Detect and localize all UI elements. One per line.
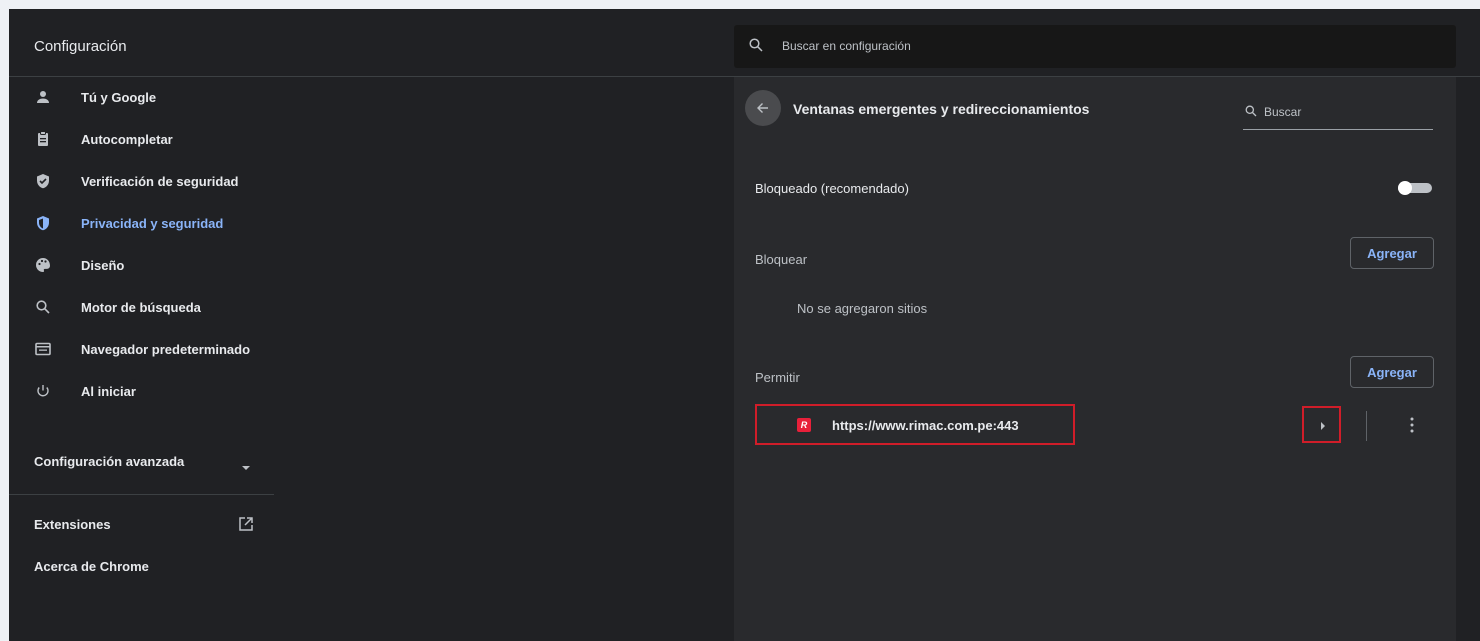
top-bar: Configuración Buscar en configuración bbox=[9, 9, 1480, 77]
extensions-label: Extensiones bbox=[34, 517, 111, 532]
advanced-settings-toggle[interactable]: Configuración avanzada bbox=[9, 441, 274, 481]
search-icon bbox=[1245, 105, 1257, 117]
content-panel: Ventanas emergentes y redireccionamiento… bbox=[734, 77, 1456, 641]
search-icon bbox=[749, 38, 763, 57]
sidebar-item-label: Motor de búsqueda bbox=[81, 300, 201, 315]
no-sites-message: No se agregaron sitios bbox=[797, 301, 928, 316]
site-details-button[interactable] bbox=[1302, 406, 1341, 443]
sidebar-item-default-browser[interactable]: Navegador predeterminado bbox=[9, 329, 274, 369]
chevron-down-icon bbox=[241, 458, 251, 476]
sidebar-divider bbox=[9, 494, 274, 495]
power-icon bbox=[34, 382, 52, 400]
sidebar-item-label: Al iniciar bbox=[81, 384, 136, 399]
add-block-button[interactable]: Agregar bbox=[1350, 237, 1434, 269]
arrow-left-icon bbox=[757, 103, 768, 113]
sidebar-item-you-and-google[interactable]: Tú y Google bbox=[9, 77, 274, 117]
advanced-settings-label: Configuración avanzada bbox=[34, 454, 185, 469]
row-separator bbox=[1366, 411, 1367, 441]
sidebar-item-label: Diseño bbox=[81, 258, 125, 273]
shield-icon bbox=[34, 214, 52, 232]
settings-window: Configuración Buscar en configuración Tú… bbox=[9, 9, 1480, 641]
site-favicon-icon: R bbox=[797, 418, 811, 432]
search-icon bbox=[34, 298, 52, 316]
settings-search-input[interactable]: Buscar en configuración bbox=[734, 25, 1456, 68]
more-actions-button[interactable] bbox=[1407, 415, 1417, 435]
more-vert-icon bbox=[1410, 417, 1414, 433]
sidebar-item-label: Autocompletar bbox=[81, 132, 173, 147]
browser-icon bbox=[34, 340, 52, 358]
sidebar-item-label: Navegador predeterminado bbox=[81, 342, 251, 357]
sidebar-item-appearance[interactable]: Diseño bbox=[9, 245, 274, 285]
search-placeholder: Buscar en configuración bbox=[782, 39, 911, 53]
panel-search-placeholder: Buscar bbox=[1264, 105, 1302, 119]
site-url: https://www.rimac.com.pe:443 bbox=[832, 418, 1019, 433]
sidebar-item-autofill[interactable]: Autocompletar bbox=[9, 119, 274, 159]
allowed-site-row[interactable]: R https://www.rimac.com.pe:443 bbox=[755, 404, 1075, 445]
panel-search-input[interactable]: Buscar bbox=[1243, 97, 1433, 130]
blocked-setting-label: Bloqueado (recomendado) bbox=[755, 181, 909, 196]
sidebar-item-safety-check[interactable]: Verificación de seguridad bbox=[9, 161, 274, 201]
add-allow-button[interactable]: Agregar bbox=[1350, 356, 1434, 388]
about-chrome-link[interactable]: Acerca de Chrome bbox=[9, 546, 274, 586]
sidebar-item-label: Privacidad y seguridad bbox=[81, 216, 224, 231]
app-title: Configuración bbox=[34, 38, 127, 55]
sidebar-item-search-engine[interactable]: Motor de búsqueda bbox=[9, 287, 274, 327]
page-title: Ventanas emergentes y redireccionamiento… bbox=[793, 101, 1090, 117]
blocked-toggle[interactable] bbox=[1398, 181, 1432, 195]
shield-check-icon bbox=[34, 172, 52, 190]
sidebar-item-label: Verificación de seguridad bbox=[81, 174, 239, 189]
sidebar-item-label: Tú y Google bbox=[81, 90, 157, 105]
block-section-label: Bloquear bbox=[755, 252, 808, 267]
toggle-knob bbox=[1398, 181, 1412, 195]
external-link-icon bbox=[237, 515, 255, 538]
clipboard-icon bbox=[34, 130, 52, 148]
palette-icon bbox=[34, 256, 52, 274]
back-button[interactable] bbox=[745, 90, 781, 126]
sidebar-item-on-startup[interactable]: Al iniciar bbox=[9, 371, 274, 411]
extensions-link[interactable]: Extensiones bbox=[9, 504, 274, 544]
sidebar-item-privacy[interactable]: Privacidad y seguridad bbox=[9, 203, 274, 243]
allow-section-label: Permitir bbox=[755, 370, 800, 385]
about-chrome-label: Acerca de Chrome bbox=[34, 559, 149, 574]
person-icon bbox=[34, 88, 52, 106]
chevron-right-icon bbox=[1321, 422, 1325, 430]
